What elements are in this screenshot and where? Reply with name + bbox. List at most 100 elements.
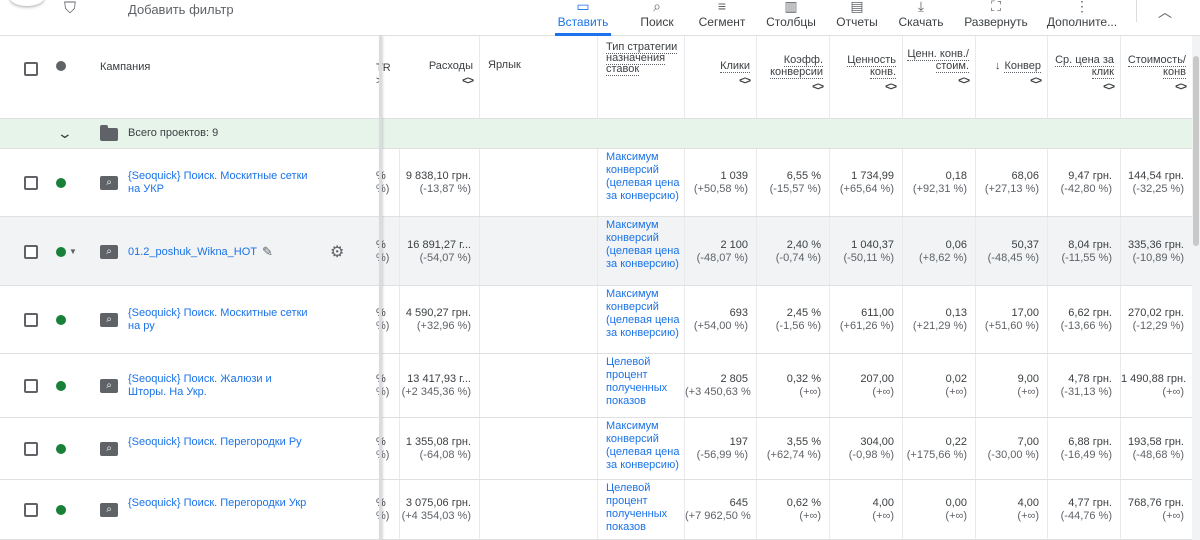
header-cost-per-conv[interactable]: Стоимость/ конв <> xyxy=(1121,36,1192,118)
toolbar-button[interactable]: ≡ Сегмент xyxy=(697,0,747,34)
header-label[interactable]: Ярлык xyxy=(480,36,598,118)
table-row[interactable]: ⌕ {Seoquick} Поиск. Москитные сетки на УК… xyxy=(0,149,1192,217)
label-cell[interactable] xyxy=(480,217,598,285)
value-per-cost-cell: 0,18 (+92,31 %) xyxy=(903,149,976,216)
pencil-icon[interactable]: ✎ xyxy=(262,244,273,260)
campaign-name-link[interactable]: {Seoquick} Поиск. Перегородки Ру xyxy=(128,436,308,449)
table-row[interactable]: ▼⌕01.2_poshuk_Wikna_HOT✎⚙%%)16 891,27 г.… xyxy=(0,217,1192,286)
sort-icon[interactable]: <> xyxy=(404,75,474,87)
value-per-cost-cell: 0,00 (+∞) xyxy=(903,480,976,539)
conversions-cell: 68,06 (+27,13 %) xyxy=(976,149,1048,216)
chevron-up-icon[interactable]: ︿ xyxy=(1158,2,1172,22)
search-campaign-icon: ⌕ xyxy=(100,379,118,393)
clicks-cell: 2 100 (-48,07 %) xyxy=(685,217,757,285)
label-cell[interactable] xyxy=(480,418,598,479)
header-value-per-cost[interactable]: Ценн. конв./ стоим. <> xyxy=(903,36,976,118)
search-campaign-icon: ⌕ xyxy=(100,503,118,517)
sort-icon[interactable]: <> xyxy=(1125,81,1187,93)
header-avg-cpc[interactable]: Ср. цена за клик <> xyxy=(1048,36,1121,118)
status-enabled-icon[interactable] xyxy=(56,381,66,391)
bid-strategy-link[interactable]: Максимум конверсий (целевая цена за конв… xyxy=(598,149,685,216)
status-header-icon[interactable] xyxy=(56,61,66,71)
cost-per-conv-cell: 270,02 грн. (-12,29 %) xyxy=(1128,307,1184,332)
header-campaign[interactable]: Кампания xyxy=(100,61,150,73)
label-cell[interactable] xyxy=(480,354,598,417)
table-row[interactable]: ⌕{Seoquick} Поиск. Перегородки Укр%%)3 0… xyxy=(0,480,1192,540)
search-campaign-icon: ⌕ xyxy=(100,442,118,456)
sort-icon[interactable]: <> xyxy=(761,81,824,93)
campaign-name-link[interactable]: {Seoquick} Поиск. Москитные сетки на ру xyxy=(128,307,308,333)
toolbar-button[interactable]: ▥ Столбцы xyxy=(764,0,818,34)
toolbar-button-label: Отчеты xyxy=(836,15,878,29)
arrow-down-icon: ↓ xyxy=(994,60,1001,72)
row-checkbox[interactable] xyxy=(24,176,38,190)
bid-strategy-link[interactable]: Максимум конверсий (целевая цена за конв… xyxy=(598,286,685,353)
toolbar-button-label: Поиск xyxy=(640,15,674,29)
status-enabled-icon[interactable] xyxy=(56,315,66,325)
cost-per-conv-cell: 335,36 грн. (-10,89 %) xyxy=(1128,239,1184,264)
table-row[interactable]: ⌕{Seoquick} Поиск. Перегородки Ру%%)1 35… xyxy=(0,418,1192,480)
header-conv-rate[interactable]: Коэфф. конверсии <> xyxy=(757,36,830,118)
header-conv-value[interactable]: Ценность конв. <> xyxy=(830,36,903,118)
clicks-cell: 645 (+7 962,50 % xyxy=(685,480,757,539)
table-row[interactable]: ⌕ {Seoquick} Поиск. Жалюзи и Шторы. На Ук… xyxy=(0,354,1192,418)
clicks-cell: 693 (+54,00 %) xyxy=(685,286,757,353)
row-checkbox[interactable] xyxy=(24,245,38,259)
toolbar-button[interactable]: ⌕ Поиск xyxy=(635,0,679,34)
cost-cell: 9 838,10 грн. (-13,87 %) xyxy=(400,149,480,216)
sort-icon[interactable]: <> xyxy=(980,75,1042,87)
row-checkbox[interactable] xyxy=(24,379,38,393)
toolbar-button[interactable]: ▭ Вставить xyxy=(555,0,611,36)
sort-icon[interactable]: <> xyxy=(689,75,751,87)
status-enabled-icon[interactable] xyxy=(56,444,66,454)
row-checkbox[interactable] xyxy=(24,313,38,327)
conv-value-cell: 1 040,37 (-50,11 %) xyxy=(830,217,903,285)
conv-rate-cell: 2,40 % (-0,74 %) xyxy=(757,217,830,285)
caret-down-icon[interactable]: ▼ xyxy=(69,247,77,256)
label-cell[interactable] xyxy=(480,149,598,216)
bid-strategy-link[interactable]: Целевой процент полученных показов xyxy=(598,354,685,417)
table-row[interactable]: ⌕ {Seoquick} Поиск. Москитные сетки на ру… xyxy=(0,286,1192,354)
sort-icon[interactable]: <> xyxy=(834,81,897,93)
header-cost[interactable]: Расходы <> xyxy=(400,36,480,118)
bid-strategy-link[interactable]: Максимум конверсий (целевая цена за конв… xyxy=(598,418,685,479)
toolbar-button[interactable]: ⤓ Скачать xyxy=(896,0,946,34)
gear-icon[interactable]: ⚙ xyxy=(330,242,344,262)
label-cell[interactable] xyxy=(480,480,598,539)
status-enabled-icon[interactable] xyxy=(56,505,66,515)
scrollbar-thumb[interactable] xyxy=(1193,56,1199,246)
chevron-down-icon[interactable]: ⌄ xyxy=(57,125,73,142)
header-clicks[interactable]: Клики <> xyxy=(685,36,757,118)
sort-icon[interactable]: <> xyxy=(907,75,970,87)
campaign-name-link[interactable]: {Seoquick} Поиск. Перегородки Укр xyxy=(128,497,308,510)
toolbar-button[interactable]: ⛶ Развернуть xyxy=(962,0,1030,34)
campaign-name-link[interactable]: {Seoquick} Поиск. Москитные сетки на УКР xyxy=(128,170,308,196)
sort-icon[interactable]: <> xyxy=(1052,81,1115,93)
select-all-checkbox[interactable] xyxy=(24,62,38,76)
row-checkbox[interactable] xyxy=(24,442,38,456)
campaign-cell: ▼⌕01.2_poshuk_Wikna_HOT✎⚙%%) xyxy=(0,217,400,285)
campaign-name-link[interactable]: 01.2_poshuk_Wikna_HOT xyxy=(128,246,308,259)
add-filter-button[interactable]: Добавить фильтр xyxy=(128,2,234,17)
toolbar-button[interactable]: ⋮ Дополните... xyxy=(1046,0,1118,34)
bid-strategy-link[interactable]: Максимум конверсий (целевая цена за конв… xyxy=(598,217,685,285)
status-enabled-icon[interactable] xyxy=(56,247,66,257)
avg-cpc-cell: 9,47 грн. (-42,80 %) xyxy=(1048,149,1121,216)
toolbar-button[interactable]: ▤ Отчеты xyxy=(833,0,881,34)
more-icon: ⋮ xyxy=(1075,0,1089,14)
header-campaign-cell: Кампания TR> xyxy=(0,36,391,118)
conv-rate-cell: 6,55 % (-15,57 %) xyxy=(757,149,830,216)
frozen-pane-divider[interactable] xyxy=(379,36,382,540)
status-enabled-icon[interactable] xyxy=(56,178,66,188)
filter-icon[interactable]: ⛉ xyxy=(64,0,82,18)
bid-strategy-link[interactable]: Целевой процент полученных показов xyxy=(598,480,685,539)
row-checkbox[interactable] xyxy=(24,503,38,517)
header-conversions[interactable]: ↓ Конвер <> xyxy=(976,36,1048,118)
search-campaign-icon: ⌕ xyxy=(100,245,118,259)
header-strategy[interactable]: Тип стратегии назначения ставок xyxy=(598,36,685,118)
avatar[interactable] xyxy=(10,0,44,6)
campaign-name-link[interactable]: {Seoquick} Поиск. Жалюзи и Шторы. На Укр… xyxy=(128,373,308,399)
avg-cpc-cell: 6,88 грн. (-16,49 %) xyxy=(1048,418,1121,479)
group-row[interactable]: ⌄ Всего проектов: 9 xyxy=(0,119,1192,149)
label-cell[interactable] xyxy=(480,286,598,353)
